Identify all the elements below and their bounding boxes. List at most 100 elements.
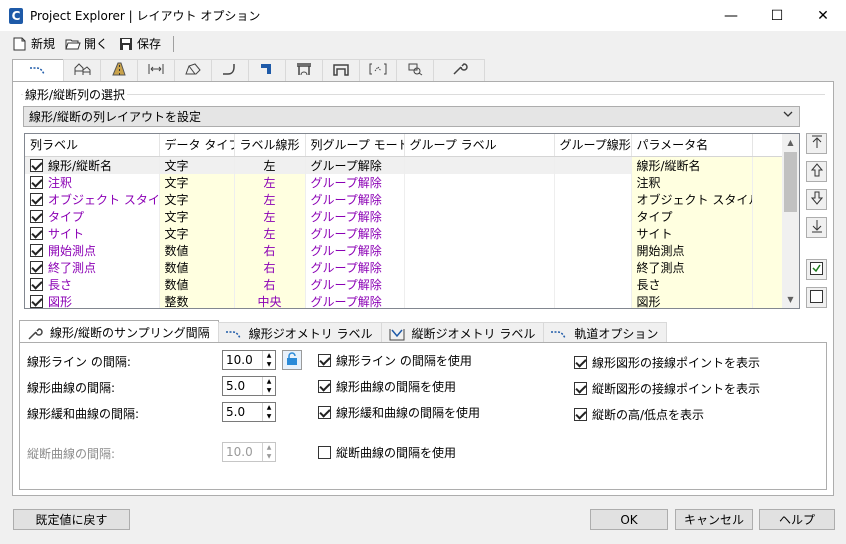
reset-defaults-button[interactable]: 既定値に戻す (13, 509, 130, 530)
tab-dimension[interactable] (137, 59, 175, 81)
grid-cell-label[interactable]: タイプ (25, 207, 160, 225)
open-button[interactable]: 開く (65, 35, 108, 52)
grid-cell-mode[interactable]: グループ解除 (305, 258, 405, 276)
grid-cell-type[interactable]: 数値 (159, 258, 235, 276)
grid-cell-type[interactable]: 文字 (159, 173, 235, 191)
link-intervals-button[interactable] (282, 350, 302, 370)
col-header-param[interactable]: パラメータ名 (631, 134, 753, 157)
table-row[interactable]: 終了測点 数値 右 グループ解除 終了測点 (25, 258, 784, 276)
grid-cell-gline[interactable] (554, 275, 632, 293)
grid-cell-type[interactable]: 数値 (159, 275, 235, 293)
table-row[interactable]: サイト 文字 左 グループ解除 サイト (25, 224, 784, 242)
grid-cell-align[interactable]: 左 (234, 156, 306, 174)
grid-cell-align[interactable]: 右 (234, 241, 306, 259)
cancel-button[interactable]: キャンセル (675, 509, 753, 530)
col-header-label[interactable]: 列ラベル (25, 134, 160, 157)
show-profile-points-checkbox[interactable]: 縦断図形の接線ポイントを表示 (574, 380, 760, 397)
tab-tools[interactable] (433, 59, 485, 81)
subtab-sampling[interactable]: 線形/縦断のサンプリング間隔 (19, 320, 219, 344)
col-header-align[interactable]: ラベル線形 (234, 134, 306, 157)
grid-cell-type[interactable]: 数値 (159, 241, 235, 259)
grid-cell-gline[interactable] (554, 258, 632, 276)
check-all-button[interactable] (806, 259, 827, 280)
col-header-group-align[interactable]: グループ線形 (554, 134, 632, 157)
tab-alignment-profile[interactable] (12, 59, 64, 82)
grid-cell-type[interactable]: 文字 (159, 207, 235, 225)
grid-cell-align[interactable]: 中央 (234, 292, 306, 308)
tab-inspection[interactable] (396, 59, 434, 81)
grid-cell-param[interactable]: サイト (631, 224, 753, 242)
use-vcurve-interval-checkbox[interactable]: 縦断曲線の間隔を使用 (318, 444, 456, 461)
grid-cell-gline[interactable] (554, 224, 632, 242)
grid-cell-glabel[interactable] (404, 241, 555, 259)
tab-parcel[interactable] (174, 59, 212, 81)
grid-cell-param[interactable]: 終了測点 (631, 258, 753, 276)
grid-cell-align[interactable]: 左 (234, 207, 306, 225)
grid-cell-gline[interactable] (554, 292, 632, 308)
grid-cell-glabel[interactable] (404, 156, 555, 174)
move-down-button[interactable] (806, 189, 827, 210)
grid-cell-gline[interactable] (554, 207, 632, 225)
grid-cell-align[interactable]: 右 (234, 258, 306, 276)
grid-cell-align[interactable]: 右 (234, 275, 306, 293)
tab-bridge[interactable] (285, 59, 323, 81)
grid-cell-gline[interactable] (554, 156, 632, 174)
grid-cell-mode[interactable]: グループ解除 (305, 241, 405, 259)
grid-cell-mode[interactable]: グループ解除 (305, 207, 405, 225)
move-up-button[interactable] (806, 161, 827, 182)
subtab-profile-labels[interactable]: 縦断ジオメトリ ラベル (380, 322, 545, 344)
grid-cell-align[interactable]: 左 (234, 173, 306, 191)
grid-cell-glabel[interactable] (404, 190, 555, 208)
grid-cell-label[interactable]: サイト (25, 224, 160, 242)
col-header-type[interactable]: データ タイプ (159, 134, 235, 157)
move-bottom-button[interactable] (806, 217, 827, 238)
line-interval-stepper[interactable]: 10.0 ▲ ▼ (222, 350, 276, 370)
spiral-interval-stepper[interactable]: 5.0 ▲ ▼ (222, 402, 276, 422)
tab-surface[interactable] (63, 59, 101, 81)
save-button[interactable]: 保存 (118, 35, 161, 52)
stepper-up-icon[interactable]: ▲ (263, 403, 275, 412)
subtab-alignment-labels[interactable]: 線形ジオメトリ ラベル (217, 322, 382, 344)
grid-cell-glabel[interactable] (404, 258, 555, 276)
grid-cell-label[interactable]: 終了測点 (25, 258, 160, 276)
line-interval-value[interactable]: 10.0 (223, 351, 262, 369)
grid-cell-label[interactable]: オブジェクト スタイル (25, 190, 160, 208)
grid-cell-type[interactable]: 文字 (159, 224, 235, 242)
table-row[interactable]: 線形/縦断名 文字 左 グループ解除 線形/縦断名 (25, 156, 784, 174)
spiral-interval-value[interactable]: 5.0 (223, 403, 262, 421)
grid-cell-mode[interactable]: グループ解除 (305, 173, 405, 191)
checkbox-checked-icon[interactable] (30, 226, 43, 240)
table-row[interactable]: オブジェクト スタイル文字左グループ解除オブジェクト スタイル (25, 190, 784, 208)
grid-cell-glabel[interactable] (404, 207, 555, 225)
help-button[interactable]: ヘルプ (759, 509, 835, 530)
ok-button[interactable]: OK (590, 509, 668, 530)
grid-cell-label[interactable]: 長さ (25, 275, 160, 293)
grid-cell-label[interactable]: 注釈 (25, 173, 160, 191)
grid-cell-param[interactable]: 長さ (631, 275, 753, 293)
grid-cell-gline[interactable] (554, 241, 632, 259)
checkbox-checked-icon[interactable] (30, 294, 43, 308)
table-row[interactable]: 開始測点 数値 右 グループ解除 開始測点 (25, 241, 784, 259)
checkbox-checked-icon[interactable] (30, 192, 43, 206)
column-layout-dropdown[interactable]: 線形/縦断の列レイアウトを設定 (23, 106, 800, 127)
curve-interval-value[interactable]: 5.0 (223, 377, 262, 395)
show-high-low-checkbox[interactable]: 縦断の高/低点を表示 (574, 406, 704, 423)
grid-cell-param[interactable]: 図形 (631, 292, 753, 308)
grid-cell-gline[interactable] (554, 173, 632, 191)
scroll-down-icon[interactable]: ▼ (782, 291, 799, 308)
checkbox-checked-icon[interactable] (30, 158, 43, 172)
tab-pipe[interactable] (211, 59, 249, 81)
checkbox-checked-icon[interactable] (30, 175, 43, 189)
close-button[interactable]: ✕ (800, 0, 846, 31)
table-row[interactable]: タイプ 文字 左 グループ解除 タイプ (25, 207, 784, 225)
use-line-interval-checkbox[interactable]: 線形ライン の間隔を使用 (318, 352, 472, 369)
show-alignment-points-checkbox[interactable]: 線形図形の接線ポイントを表示 (574, 354, 760, 371)
stepper-up-icon[interactable]: ▲ (263, 351, 275, 360)
grid-cell-type[interactable]: 整数 (159, 292, 235, 308)
checkbox-checked-icon[interactable] (30, 243, 43, 257)
new-button[interactable]: 新規 (12, 35, 55, 52)
grid-cell-mode[interactable]: グループ解除 (305, 156, 405, 174)
stepper-down-icon[interactable]: ▼ (263, 386, 275, 395)
table-row[interactable]: 注釈 文字 左 グループ解除 注釈 (25, 173, 784, 191)
table-row[interactable]: 長さ 数値 右 グループ解除 長さ (25, 275, 784, 293)
